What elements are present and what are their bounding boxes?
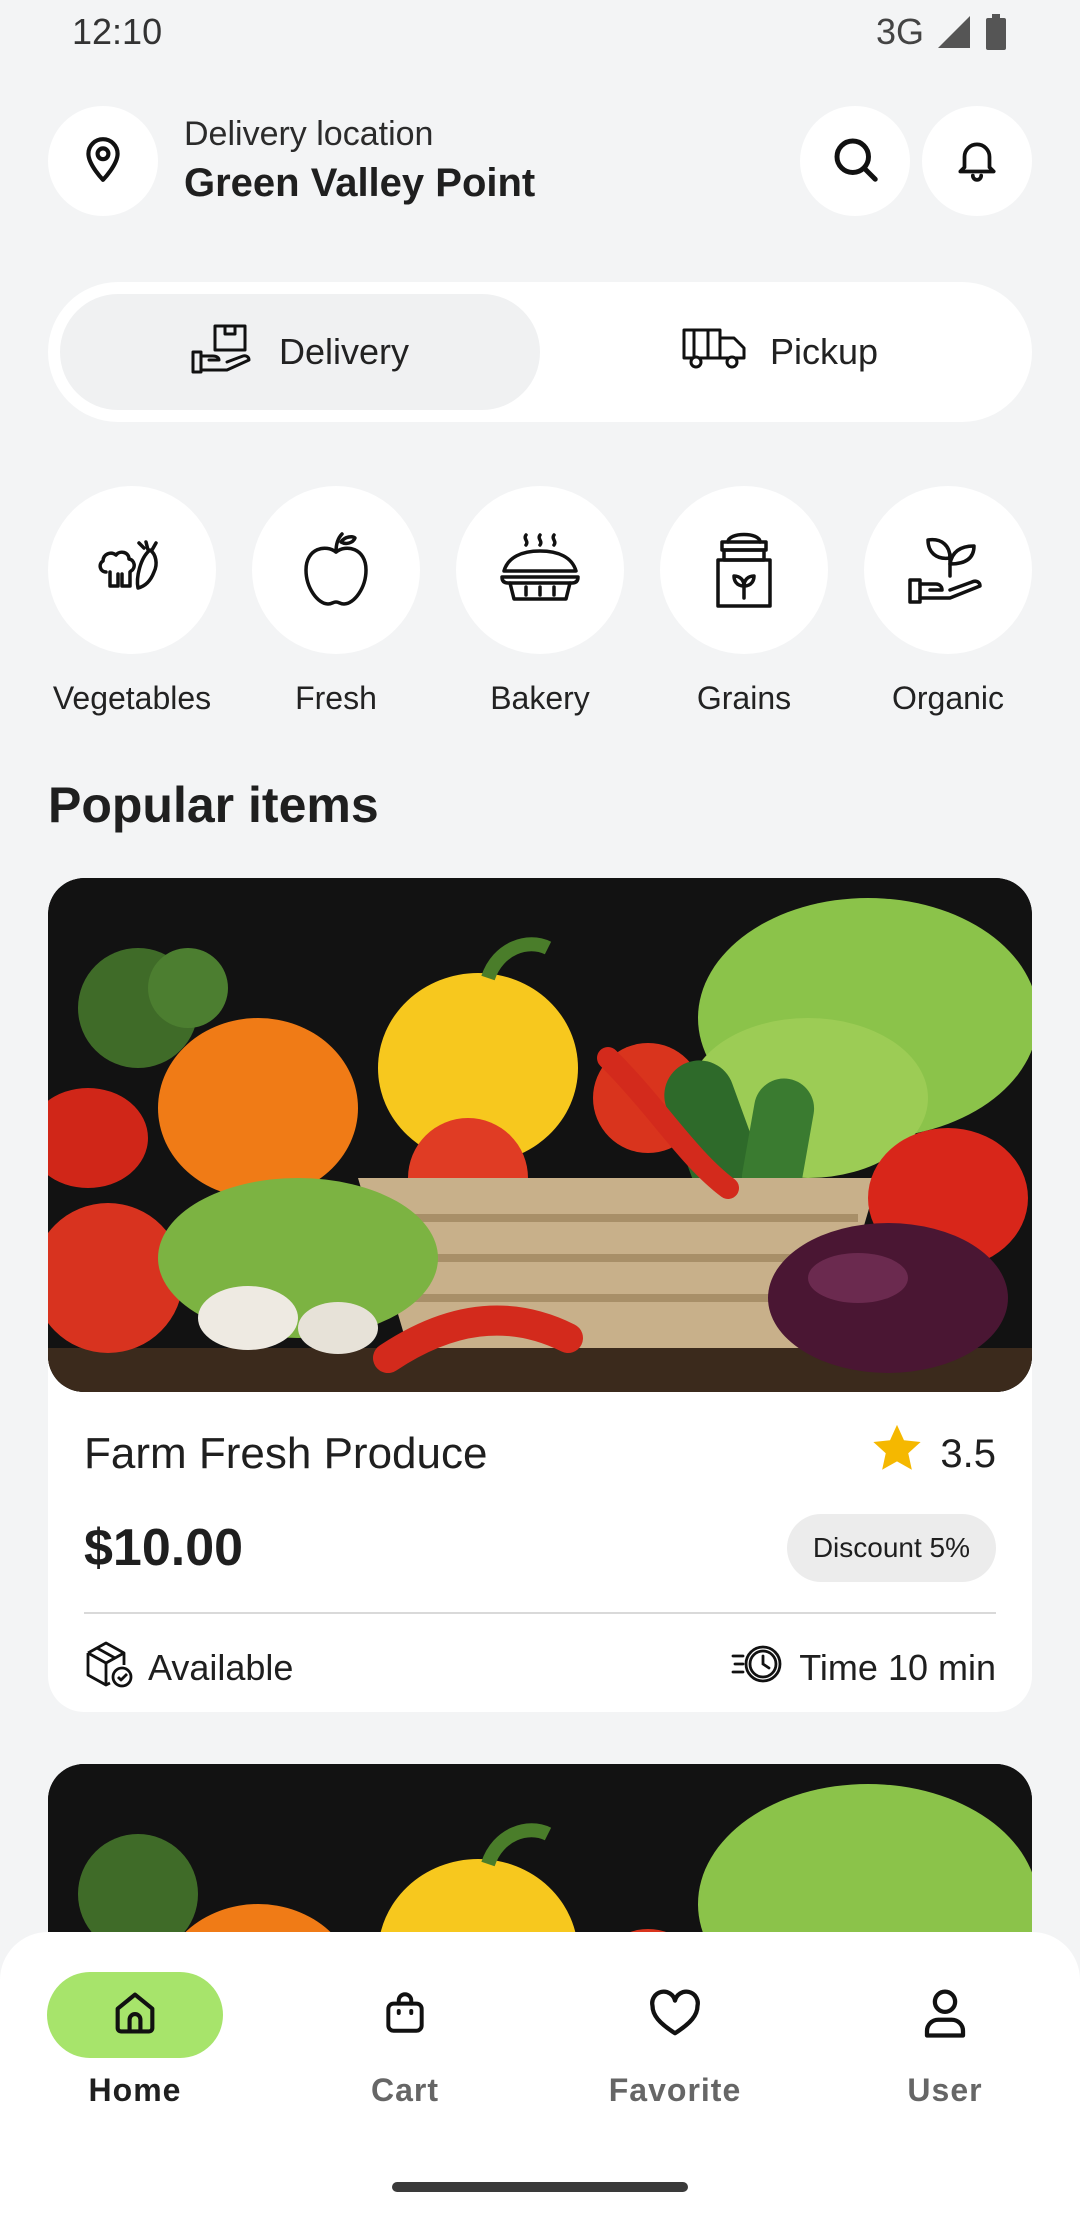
- sprout-hand-icon: [906, 528, 990, 613]
- category-icon-circle: [456, 486, 624, 654]
- category-bakery[interactable]: Bakery: [456, 486, 624, 726]
- nav-cart[interactable]: Cart: [270, 1972, 540, 2109]
- location-button[interactable]: [48, 106, 158, 216]
- box-hand-icon: [191, 322, 255, 383]
- nav-home-pill: [47, 1972, 223, 2058]
- category-label: Bakery: [490, 680, 590, 716]
- category-label: Fresh: [295, 680, 377, 716]
- availability: Available: [84, 1639, 293, 1698]
- delivery-tab[interactable]: Delivery: [60, 294, 540, 410]
- vegetables-icon: [92, 528, 172, 613]
- apple-icon: [299, 528, 373, 613]
- category-label: Organic: [891, 680, 1005, 716]
- category-organic[interactable]: Organic: [864, 486, 1032, 726]
- product-meta-row: Available Time 10 min: [84, 1638, 996, 1698]
- nav-user[interactable]: User: [810, 1972, 1080, 2109]
- search-button[interactable]: [800, 106, 910, 216]
- home-indicator: [392, 2182, 688, 2192]
- nav-label: Home: [88, 2072, 182, 2108]
- grain-sack-icon: [708, 526, 780, 615]
- status-time: 12:10: [72, 11, 163, 52]
- star-icon: [870, 1423, 924, 1485]
- product-details: Farm Fresh Produce 3.5 $10.00 Discount 5…: [48, 1424, 1032, 1698]
- status-indicators: 3G: [876, 11, 1008, 53]
- category-icon-circle: [252, 486, 420, 654]
- product-name: Farm Fresh Produce: [84, 1429, 488, 1478]
- location-name: Green Valley Point: [184, 161, 536, 205]
- battery-icon: [984, 14, 1008, 50]
- product-title-row: Farm Fresh Produce 3.5: [84, 1424, 996, 1480]
- network-type: 3G: [875, 11, 924, 52]
- product-image: [48, 878, 1032, 1392]
- heart-icon: [648, 1988, 702, 2043]
- product-price: $10.00: [84, 1519, 244, 1577]
- pie-icon: [498, 531, 582, 610]
- delivery-mode-toggle: Delivery Pickup: [48, 282, 1032, 422]
- nav-favorite[interactable]: Favorite: [540, 1972, 810, 2109]
- delivery-time: Time 10 min: [731, 1642, 996, 1695]
- delivery-label: Delivery: [278, 331, 410, 372]
- truck-icon: [682, 326, 746, 379]
- user-icon: [920, 1986, 970, 2045]
- divider: [84, 1612, 996, 1614]
- pickup-label: Pickup: [769, 331, 879, 372]
- product-price-row: $10.00 Discount 5%: [84, 1514, 996, 1582]
- box-check-icon: [84, 1639, 134, 1698]
- pickup-tab[interactable]: Pickup: [540, 294, 1020, 410]
- category-vegetables[interactable]: Vegetables: [48, 486, 216, 726]
- discount-badge: Discount 5%: [786, 1514, 996, 1582]
- nav-home[interactable]: Home: [0, 1972, 270, 2109]
- category-grains[interactable]: Grains: [660, 486, 828, 726]
- fast-clock-icon: [731, 1642, 785, 1695]
- product-rating: 3.5: [870, 1423, 996, 1485]
- category-fresh[interactable]: Fresh: [252, 486, 420, 726]
- nav-label: Cart: [370, 2072, 439, 2108]
- popular-items-title: Popular items: [48, 777, 379, 833]
- category-icon-circle: [660, 486, 828, 654]
- nav-cart-pill: [317, 1972, 493, 2058]
- bag-icon: [380, 1988, 430, 2043]
- nav-label: User: [907, 2072, 983, 2108]
- header-actions: [800, 106, 1032, 216]
- nav-favorite-pill: [587, 1972, 763, 2058]
- product-card[interactable]: Farm Fresh Produce 3.5 $10.00 Discount 5…: [48, 878, 1032, 1712]
- bell-icon: [952, 134, 1002, 189]
- category-icon-circle: [864, 486, 1032, 654]
- location-label: Delivery location: [184, 115, 434, 153]
- location-pin-icon: [78, 134, 128, 189]
- delivery-location[interactable]: Delivery location Green Valley Point: [184, 112, 800, 210]
- rating-value: 3.5: [940, 1431, 996, 1476]
- nav-user-pill: [857, 1972, 1033, 2058]
- notifications-button[interactable]: [922, 106, 1032, 216]
- category-label: Vegetables: [52, 680, 212, 716]
- bottom-navigation: Home Cart Favorite User: [0, 1932, 1080, 2220]
- category-label: Grains: [696, 680, 792, 716]
- delivery-time-label: Time 10 min: [799, 1647, 996, 1688]
- signal-icon: [936, 14, 972, 50]
- category-icon-circle: [48, 486, 216, 654]
- availability-label: Available: [148, 1647, 294, 1688]
- nav-label: Favorite: [608, 2072, 742, 2108]
- home-icon: [109, 1987, 161, 2044]
- search-icon: [828, 132, 882, 191]
- status-bar: 12:10 3G: [0, 0, 1080, 64]
- header: Delivery location Green Valley Point: [48, 106, 1032, 216]
- category-list: Vegetables Fresh Bakery Grains Organic: [48, 486, 1048, 726]
